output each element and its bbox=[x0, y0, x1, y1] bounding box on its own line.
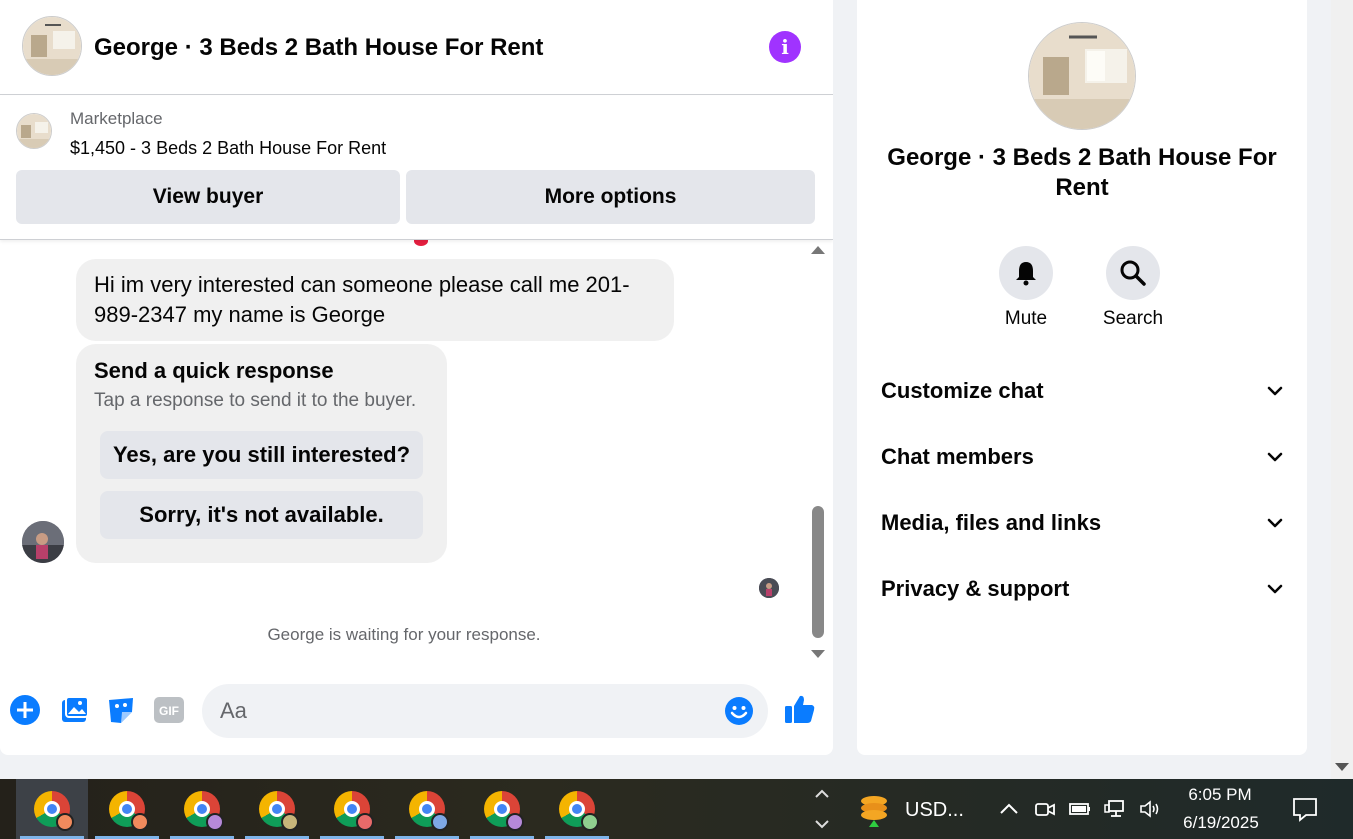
quick-response-still-interested[interactable]: Yes, are you still interested? bbox=[100, 431, 423, 479]
message-input[interactable] bbox=[220, 684, 710, 738]
waiting-status: George is waiting for your response. bbox=[267, 625, 541, 644]
search-label[interactable]: Search bbox=[1083, 308, 1183, 330]
message-list: Hi im very interested can someone please… bbox=[0, 236, 833, 665]
chevron-down-icon bbox=[1267, 518, 1283, 528]
thumbs-up-icon[interactable] bbox=[783, 692, 817, 726]
section-label: Privacy & support bbox=[881, 576, 1070, 601]
listing-source: Marketplace bbox=[70, 109, 163, 128]
gif-icon[interactable]: GIF bbox=[153, 694, 185, 726]
section-media-files-links[interactable]: Media, files and links bbox=[881, 503, 1283, 543]
page-scroll-down-icon[interactable] bbox=[1335, 763, 1349, 771]
currency-label[interactable]: USD... bbox=[905, 799, 964, 822]
volume-icon[interactable] bbox=[1138, 797, 1162, 821]
conversation-title[interactable]: George · 3 Beds 2 Bath House For Rent bbox=[94, 34, 543, 62]
section-label: Chat members bbox=[881, 444, 1034, 469]
chat-header: George · 3 Beds 2 Bath House For Rent i bbox=[0, 0, 833, 95]
seen-receipt-avatar bbox=[759, 578, 779, 598]
info-title: George · 3 Beds 2 Bath House For Rent bbox=[887, 144, 1277, 201]
taskbar-app-chrome-1[interactable] bbox=[16, 779, 88, 839]
battery-icon[interactable] bbox=[1068, 797, 1092, 821]
chat-panel: George · 3 Beds 2 Bath House For Rent i … bbox=[0, 0, 833, 755]
section-label: Customize chat bbox=[881, 378, 1044, 403]
photo-icon[interactable] bbox=[58, 694, 90, 726]
section-customize-chat[interactable]: Customize chat bbox=[881, 371, 1283, 411]
chevron-down-icon bbox=[1267, 584, 1283, 594]
listing-title[interactable]: $1,450 - 3 Beds 2 Bath House For Rent bbox=[70, 138, 386, 159]
search-button[interactable] bbox=[1106, 246, 1160, 300]
taskbar-app-chrome-8[interactable] bbox=[541, 779, 613, 839]
emoji-icon[interactable] bbox=[724, 696, 754, 726]
taskbar-app-chrome-2[interactable] bbox=[91, 779, 163, 839]
camera-icon[interactable] bbox=[1033, 797, 1057, 821]
windows-taskbar: USD... 6:05 PM 6/19/2025 bbox=[0, 779, 1353, 839]
message-scrollbar[interactable] bbox=[808, 240, 828, 665]
add-icon[interactable] bbox=[9, 694, 41, 726]
page-scrollbar[interactable] bbox=[1331, 0, 1353, 779]
mute-button[interactable] bbox=[999, 246, 1053, 300]
taskbar-app-chrome-5[interactable] bbox=[316, 779, 388, 839]
chevron-down-icon bbox=[1267, 386, 1283, 396]
clock-date[interactable]: 6/19/2025 bbox=[1171, 813, 1271, 833]
profile-badge-icon bbox=[206, 813, 224, 831]
conversation-info-panel: George · 3 Beds 2 Bath House For Rent Mu… bbox=[857, 0, 1307, 755]
scroll-thumb[interactable] bbox=[812, 506, 824, 638]
composer-bar: GIF bbox=[0, 680, 833, 744]
chrome-icon bbox=[484, 791, 524, 831]
quick-response-title: Send a quick response bbox=[94, 358, 334, 383]
search-icon bbox=[1120, 260, 1146, 286]
system-tray: USD... 6:05 PM 6/19/2025 bbox=[835, 779, 1353, 839]
incoming-message: Hi im very interested can someone please… bbox=[76, 259, 674, 341]
taskbar-app-chrome-3[interactable] bbox=[166, 779, 238, 839]
chrome-icon bbox=[259, 791, 299, 831]
chevron-up-down-icon[interactable] bbox=[810, 779, 834, 839]
sender-avatar[interactable] bbox=[22, 521, 64, 563]
clock-time[interactable]: 6:05 PM bbox=[1175, 785, 1265, 805]
taskbar-app-chrome-4[interactable] bbox=[241, 779, 313, 839]
svg-text:GIF: GIF bbox=[159, 704, 179, 718]
bell-icon bbox=[1016, 262, 1036, 286]
chrome-icon bbox=[334, 791, 374, 831]
scroll-down-arrow-icon[interactable] bbox=[811, 650, 825, 658]
sticker-icon[interactable] bbox=[105, 694, 137, 726]
notifications-icon[interactable] bbox=[1291, 795, 1319, 823]
quick-response-not-available[interactable]: Sorry, it's not available. bbox=[100, 491, 423, 539]
network-icon[interactable] bbox=[1103, 797, 1127, 821]
scroll-up-arrow-icon[interactable] bbox=[811, 246, 825, 254]
taskbar-app-chrome-6[interactable] bbox=[391, 779, 463, 839]
info-icon[interactable]: i bbox=[769, 31, 801, 63]
chrome-icon bbox=[109, 791, 149, 831]
profile-badge-icon bbox=[131, 813, 149, 831]
listing-banner: Marketplace $1,450 - 3 Beds 2 Bath House… bbox=[0, 96, 833, 240]
profile-badge-icon bbox=[506, 813, 524, 831]
profile-badge-icon bbox=[56, 813, 74, 831]
info-listing-avatar bbox=[1028, 22, 1136, 130]
chevron-down-icon bbox=[1267, 452, 1283, 462]
chrome-icon bbox=[34, 791, 74, 831]
taskbar-scroll-arrows[interactable] bbox=[810, 779, 834, 839]
chrome-icon bbox=[409, 791, 449, 831]
message-input-box[interactable] bbox=[202, 684, 768, 738]
chrome-icon bbox=[559, 791, 599, 831]
more-options-button[interactable]: More options bbox=[406, 170, 815, 224]
listing-avatar[interactable] bbox=[22, 16, 82, 76]
quick-response-subtitle: Tap a response to send it to the buyer. bbox=[94, 390, 417, 411]
section-label: Media, files and links bbox=[881, 510, 1102, 535]
quick-response-card: Send a quick response Tap a response to … bbox=[76, 344, 447, 563]
section-chat-members[interactable]: Chat members bbox=[881, 437, 1283, 477]
profile-badge-icon bbox=[356, 813, 374, 831]
section-privacy-support[interactable]: Privacy & support bbox=[881, 569, 1283, 609]
taskbar-app-chrome-7[interactable] bbox=[466, 779, 538, 839]
show-hidden-icons-icon[interactable] bbox=[997, 797, 1021, 821]
currency-widget-icon[interactable] bbox=[857, 793, 891, 827]
profile-badge-icon bbox=[431, 813, 449, 831]
profile-badge-icon bbox=[281, 813, 299, 831]
chrome-icon bbox=[184, 791, 224, 831]
mute-label[interactable]: Mute bbox=[976, 308, 1076, 330]
view-buyer-button[interactable]: View buyer bbox=[16, 170, 400, 224]
profile-badge-icon bbox=[581, 813, 599, 831]
listing-thumbnail[interactable] bbox=[16, 113, 52, 149]
